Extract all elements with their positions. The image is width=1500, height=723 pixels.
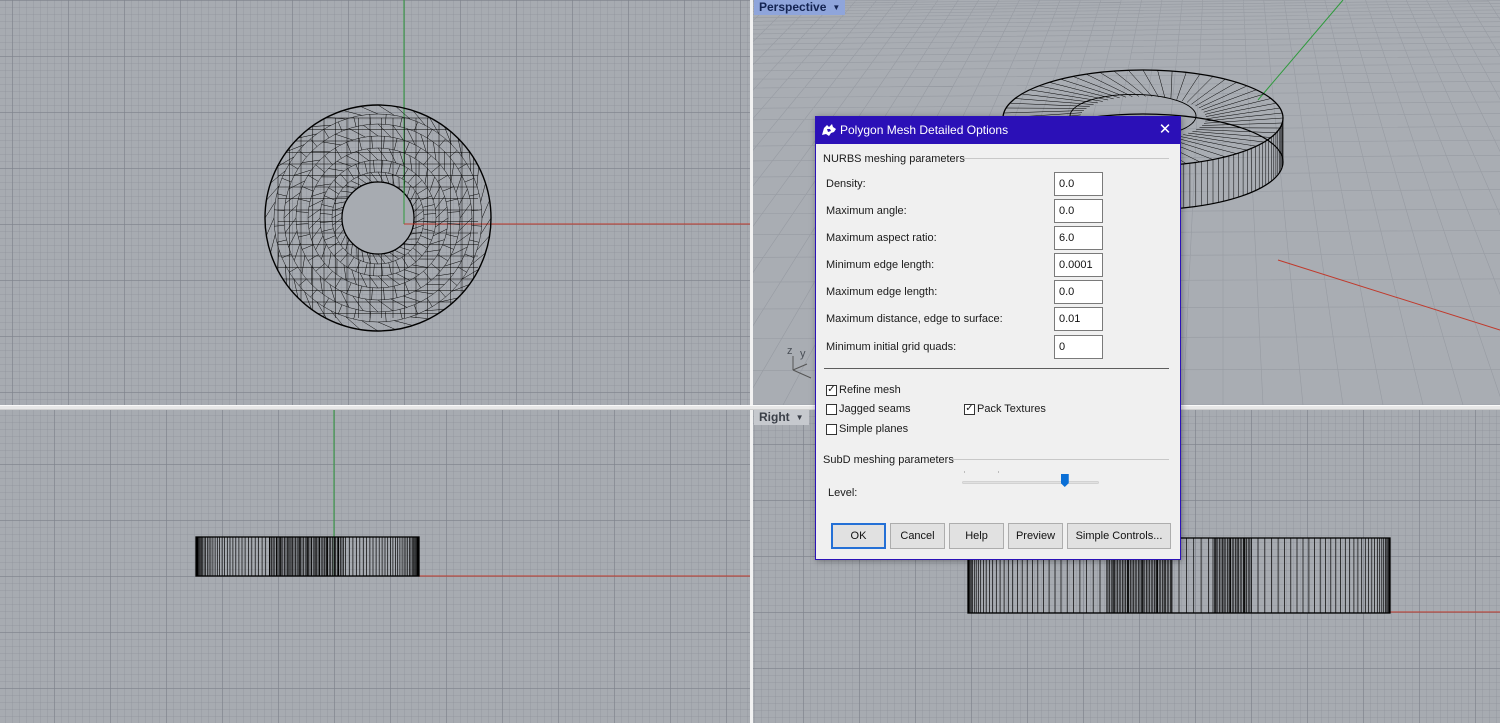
top-viewport-scene <box>264 0 750 332</box>
slider-tick <box>964 471 965 473</box>
front-viewport[interactable] <box>0 410 750 723</box>
field-input[interactable] <box>1054 280 1103 304</box>
level-label: Level: <box>828 487 858 499</box>
preview-button[interactable]: Preview <box>1008 523 1063 549</box>
front-viewport-scene <box>195 410 750 577</box>
slider-tick <box>998 471 999 473</box>
field-label: Maximum angle: <box>826 205 907 217</box>
viewport-splitter-vertical[interactable] <box>750 0 753 723</box>
field-label: Maximum edge length: <box>826 286 938 298</box>
simple-controls-button[interactable]: Simple Controls... <box>1067 523 1171 549</box>
field-input[interactable] <box>1054 199 1103 223</box>
check-icon: ✓ <box>826 384 837 396</box>
x-axis-line <box>1277 259 1500 331</box>
simple-planes-checkbox[interactable]: Simple planes <box>826 423 908 435</box>
section-divider <box>952 459 1169 460</box>
section-divider <box>964 158 1169 159</box>
checkbox-empty-icon <box>826 403 837 415</box>
field-input[interactable] <box>1054 226 1103 250</box>
ring-mesh-top <box>264 104 492 332</box>
gizmo-z-label: z <box>787 345 793 357</box>
pack-textures-label: Pack Textures <box>977 403 1046 415</box>
field-label: Density: <box>826 178 866 190</box>
level-slider-track[interactable] <box>962 481 1099 484</box>
right-viewport-tab[interactable]: Right ▼ <box>754 410 809 425</box>
level-slider-thumb[interactable] <box>1060 474 1069 487</box>
pack-textures-checkbox[interactable]: ✓ Pack Textures <box>964 403 1046 415</box>
check-icon: ✓ <box>964 403 975 415</box>
perspective-viewport-tab[interactable]: Perspective ▼ <box>754 0 846 15</box>
y-axis-line <box>1257 0 1344 101</box>
caret-down-icon[interactable]: ▼ <box>832 3 840 12</box>
refine-mesh-label: Refine mesh <box>839 384 901 396</box>
checkbox-empty-icon <box>826 423 837 435</box>
ring-mesh-front <box>195 536 420 577</box>
simple-planes-label: Simple planes <box>839 423 909 435</box>
field-input[interactable] <box>1054 335 1103 359</box>
field-input[interactable] <box>1054 253 1103 277</box>
close-icon[interactable]: ✕ <box>1150 117 1180 144</box>
gizmo-y-label: y <box>800 348 806 360</box>
field-input[interactable] <box>1054 307 1103 331</box>
dialog-titlebar[interactable]: Polygon Mesh Detailed Options ✕ <box>816 117 1180 144</box>
field-label: Maximum aspect ratio: <box>826 232 937 244</box>
dialog-title: Polygon Mesh Detailed Options <box>840 123 1009 137</box>
polygon-mesh-options-dialog: Polygon Mesh Detailed Options ✕ NURBS me… <box>815 116 1181 560</box>
rhino-workspace: z y Perspective ▼ Right ▼ Polygon Mesh Det… <box>0 0 1500 723</box>
subd-section-heading: SubD meshing parameters <box>823 454 954 466</box>
right-viewport-label: Right <box>759 410 790 424</box>
caret-down-icon[interactable]: ▼ <box>796 413 804 422</box>
refine-mesh-checkbox[interactable]: ✓ Refine mesh <box>826 384 901 396</box>
field-input[interactable] <box>1054 172 1103 196</box>
top-viewport[interactable] <box>0 0 750 405</box>
field-label: Minimum edge length: <box>826 259 935 271</box>
jagged-seams-label: Jagged seams <box>839 403 911 415</box>
ok-button[interactable]: OK <box>831 523 886 549</box>
viewport-splitter-horizontal[interactable] <box>0 405 1500 410</box>
cancel-button[interactable]: Cancel <box>890 523 945 549</box>
field-label: Minimum initial grid quads: <box>826 341 957 353</box>
help-button[interactable]: Help <box>949 523 1004 549</box>
jagged-seams-checkbox[interactable]: Jagged seams <box>826 403 911 415</box>
rhino-logo-icon <box>822 124 836 136</box>
perspective-viewport-label: Perspective <box>759 0 827 14</box>
field-label: Maximum distance, edge to surface: <box>826 313 1003 325</box>
section-separator <box>824 368 1169 369</box>
nurbs-section-heading: NURBS meshing parameters <box>823 153 965 165</box>
